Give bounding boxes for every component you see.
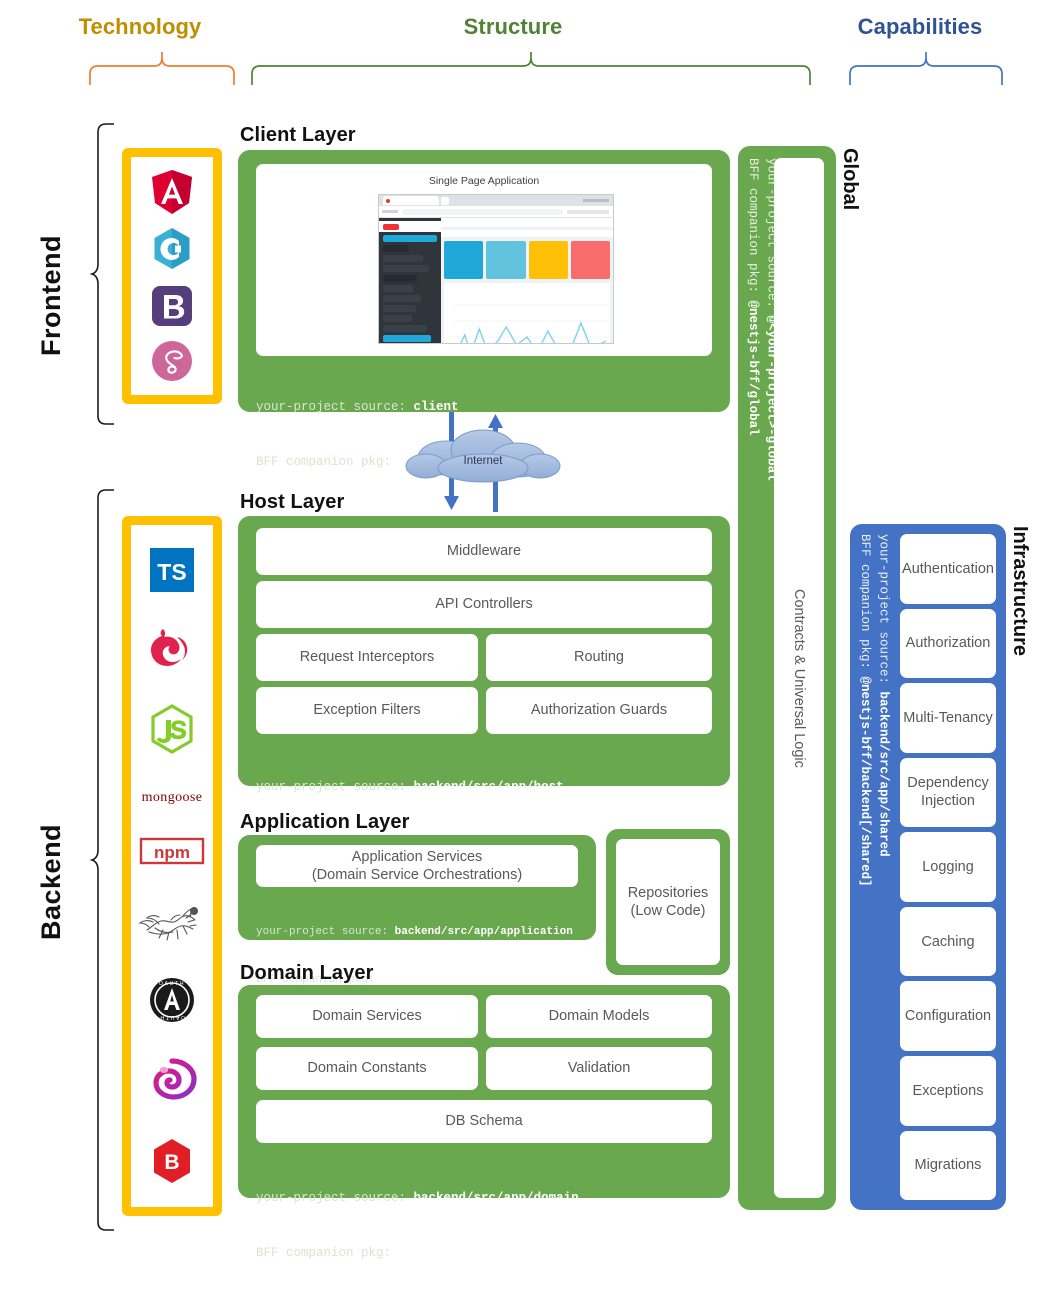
infra-item-migrations[interactable]: Migrations (900, 1130, 996, 1201)
angular-icon (150, 169, 194, 215)
global-column-title: Global (839, 148, 861, 211)
backend-technology-panel: TS mongoose npm OAUTH OAUTH B (122, 516, 222, 1216)
global-source-value: @<your-project>-global (764, 315, 779, 481)
svg-text:npm: npm (154, 843, 190, 862)
infrastructure-items-list: Authentication Authorization Multi-Tenan… (900, 534, 996, 1201)
domain-layer-panel: Domain Services Domain Models Domain Con… (238, 985, 730, 1260)
brace-capabilities (848, 52, 1004, 86)
global-source-label: your-project source: (764, 158, 779, 309)
graphql-dragon-icon (138, 896, 205, 944)
host-source-label: your-project source: (256, 780, 407, 795)
application-layer-title: Application Layer (240, 811, 410, 833)
svg-text:B: B (164, 1151, 179, 1174)
application-pkg-value: @nestjs-bff/backend[/application] (381, 973, 600, 986)
bootstrap-icon (150, 284, 194, 328)
frontend-technology-panel (122, 148, 222, 404)
host-layer-title: Host Layer (240, 491, 345, 513)
infra-item-logging[interactable]: Logging (900, 832, 996, 902)
infra-pkg-label: BFF companion pkg: (858, 534, 873, 670)
infra-item-authorization[interactable]: Authorization (900, 608, 996, 679)
mongoose-icon: mongoose (132, 786, 212, 806)
infra-item-authentication[interactable]: Authentication (900, 534, 996, 604)
sass-icon (150, 339, 194, 383)
infra-item-caching[interactable]: Caching (900, 906, 996, 977)
client-source-label: your-project source: (256, 400, 407, 415)
domain-layer-source: your-project source: backend/src/app/dom… (256, 1153, 609, 1298)
global-pkg-label: BFF companion pkg: (746, 158, 761, 294)
global-column-source: your-project source: @<your-project>-glo… (744, 158, 780, 1198)
host-card-request-interceptors[interactable]: Request Interceptors (256, 634, 478, 681)
host-card-authorization-guards[interactable]: Authorization Guards (486, 687, 712, 734)
bunyan-icon: B (149, 1137, 195, 1185)
nestjs-icon (147, 625, 197, 671)
infra-item-configuration[interactable]: Configuration (900, 981, 996, 1051)
side-label-backend: Backend (36, 823, 66, 940)
infra-source-value: backend/src/app/shared (876, 691, 891, 857)
browser-mockup (378, 194, 614, 344)
svg-text:Internet: Internet (464, 455, 504, 467)
infrastructure-column-panel: your-project source: backend/src/app/sha… (850, 524, 1006, 1210)
svg-text:OAUTH: OAUTH (159, 1014, 185, 1020)
application-layer-panel: Application Services (Domain Service Orc… (238, 835, 599, 986)
host-card-api-controllers[interactable]: API Controllers (256, 581, 712, 628)
client-layer-panel: Single Page Application your-project sou… (238, 150, 730, 469)
application-source-value: backend/src/app/application (394, 925, 573, 938)
repositories-line2: (Low Code) (630, 903, 706, 919)
application-source-label: your-project source: (256, 925, 389, 938)
infra-item-exceptions[interactable]: Exceptions (900, 1055, 996, 1126)
svg-text:TS: TS (157, 559, 186, 585)
infra-item-dependency-injection[interactable]: Dependency Injection (900, 757, 996, 828)
domain-source-value: backend/src/app/domain (413, 1191, 579, 1206)
brace-frontend (89, 122, 116, 426)
coreui-icon (149, 226, 195, 272)
global-pkg-value: @nestjs-bff/global (746, 300, 761, 436)
client-pkg-label: BFF companion pkg: (256, 454, 392, 469)
host-card-routing[interactable]: Routing (486, 634, 712, 681)
internet-cloud: Internet (398, 412, 568, 512)
application-services-line1: Application Services (351, 848, 483, 865)
svg-text:mongoose: mongoose (142, 790, 203, 805)
brace-technology (88, 52, 236, 86)
infra-source-label: your-project source: (876, 534, 891, 685)
domain-card-domain-constants[interactable]: Domain Constants (256, 1047, 478, 1090)
domain-card-domain-models[interactable]: Domain Models (486, 995, 712, 1038)
application-services-card[interactable]: Application Services (Domain Service Orc… (256, 845, 578, 887)
brace-backend (89, 488, 116, 1232)
domain-layer-title: Domain Layer (240, 962, 374, 984)
domain-card-domain-services[interactable]: Domain Services (256, 995, 478, 1038)
npm-icon: npm (139, 837, 205, 865)
category-heading-capabilities: Capabilities (857, 14, 983, 39)
side-label-frontend: Frontend (36, 235, 66, 356)
rxjs-icon (145, 1057, 199, 1105)
client-layer-title: Client Layer (240, 124, 356, 146)
typescript-icon: TS (149, 547, 195, 593)
host-source-value: backend/src/app/host (413, 780, 564, 795)
infra-pkg-value: @nestjs-bff/backend[/shared] (858, 676, 873, 887)
domain-source-label: your-project source: (256, 1191, 407, 1206)
spa-caption: Single Page Application (428, 175, 540, 187)
domain-card-db-schema[interactable]: DB Schema (256, 1100, 712, 1143)
svg-text:OAUTH: OAUTH (159, 981, 185, 987)
nodejs-icon (148, 703, 196, 754)
global-contracts-label: Contracts & Universal Logic (791, 588, 807, 768)
host-card-middleware[interactable]: Middleware (256, 528, 712, 575)
repositories-line1: Repositories (627, 884, 709, 901)
host-layer-panel: Middleware API Controllers Request Inter… (238, 516, 730, 849)
infra-item-multi-tenancy[interactable]: Multi-Tenancy (900, 683, 996, 753)
category-heading-technology: Technology (78, 14, 202, 39)
domain-card-validation[interactable]: Validation (486, 1047, 712, 1090)
host-card-exception-filters[interactable]: Exception Filters (256, 687, 478, 734)
brace-structure (250, 52, 812, 86)
category-heading-structure: Structure (463, 14, 563, 39)
infrastructure-column-title: Infrastructure (1009, 526, 1031, 657)
spa-card: Single Page Application (256, 164, 712, 356)
application-services-line2: (Domain Service Orchestrations) (311, 867, 523, 883)
infrastructure-column-source: your-project source: backend/src/app/sha… (856, 534, 892, 1200)
oauth-icon: OAUTH OAUTH (148, 976, 196, 1024)
repositories-card[interactable]: Repositories (Low Code) (616, 839, 720, 965)
global-contracts-card[interactable]: Contracts & Universal Logic (774, 158, 824, 1198)
global-column-panel: Contracts & Universal Logic your-project… (738, 146, 836, 1210)
repositories-panel: Repositories (Low Code) (606, 829, 730, 975)
